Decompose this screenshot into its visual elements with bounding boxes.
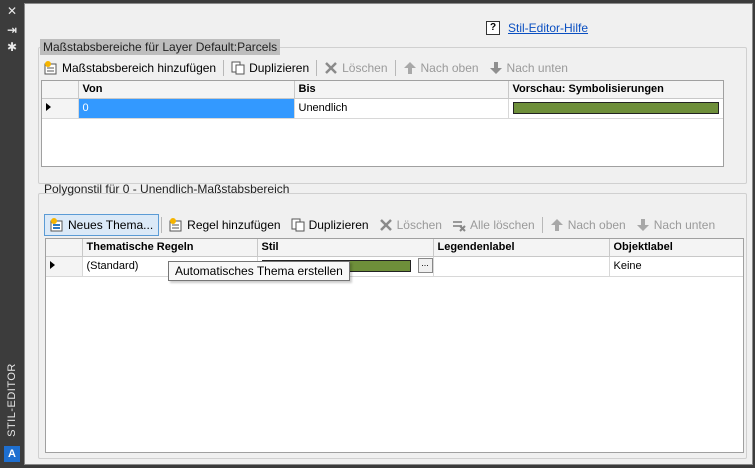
delete-rule-button[interactable]: Löschen: [374, 214, 447, 236]
cell-to[interactable]: Unendlich: [294, 98, 509, 119]
new-theme-icon: [50, 218, 64, 232]
delete-all-button[interactable]: Alle löschen: [447, 214, 540, 236]
row-selector[interactable]: [42, 98, 79, 119]
col-header-style[interactable]: Stil: [257, 239, 434, 257]
new-theme-button[interactable]: Neues Thema...: [44, 214, 160, 236]
duplicate-icon: [291, 218, 305, 232]
palette-title: STIL-EDITOR: [6, 363, 18, 437]
col-header-rules[interactable]: Thematische Regeln: [82, 239, 258, 257]
help-icon[interactable]: ?: [486, 21, 500, 35]
cell-legend[interactable]: [433, 256, 610, 277]
toolbar-separator: [394, 60, 396, 76]
move-down-range-button[interactable]: Nach unten: [484, 57, 573, 79]
delete-all-icon: [452, 218, 466, 232]
col-header-from[interactable]: Von: [78, 81, 295, 99]
scale-ranges-toolbar: Maßstabsbereich hinzufügen Duplizieren L…: [39, 57, 573, 79]
delete-range-button[interactable]: Löschen: [319, 57, 392, 79]
duplicate-range-button[interactable]: Duplizieren: [226, 57, 314, 79]
table-row[interactable]: 0 Unendlich: [42, 98, 723, 119]
arrow-up-icon: [550, 218, 564, 232]
scale-ranges-title: Maßstabsbereiche für Layer Default:Parce…: [40, 39, 281, 55]
polygon-style-title: Polygonstil für 0 - Unendlich-Maßstabsbe…: [44, 182, 290, 196]
arrow-down-icon: [489, 61, 503, 75]
help-link[interactable]: Stil-Editor-Hilfe: [508, 21, 588, 35]
arrow-down-icon: [636, 218, 650, 232]
current-row-icon: [50, 261, 55, 269]
toolbar-separator: [316, 60, 318, 76]
help-area: ? Stil-Editor-Hilfe: [486, 21, 588, 35]
cell-from[interactable]: 0: [78, 98, 295, 119]
autocad-logo-icon: A: [4, 446, 20, 462]
row-header-corner: [46, 239, 83, 257]
thematic-rules-grid: Thematische Regeln Stil Legendenlabel Ob…: [45, 238, 744, 453]
current-row-icon: [46, 103, 51, 111]
style-editor-panel: ? Stil-Editor-Hilfe Maßstabsbereiche für…: [24, 3, 753, 465]
col-header-label[interactable]: Objektlabel: [609, 239, 743, 257]
new-theme-tooltip: Automatisches Thema erstellen: [168, 261, 350, 281]
add-rule-button[interactable]: Regel hinzufügen: [164, 214, 285, 236]
style-ellipsis-button[interactable]: ...: [417, 257, 432, 273]
move-up-rule-button[interactable]: Nach oben: [545, 214, 631, 236]
arrow-up-icon: [403, 61, 417, 75]
palette-title-strip: ✕ ⇥ ✱ STIL-EDITOR A: [0, 0, 24, 468]
delete-icon: [324, 61, 338, 75]
scale-ranges-grid: Von Bis Vorschau: Symbolisierungen 0 Une…: [41, 80, 724, 167]
autohide-icon[interactable]: ⇥: [4, 23, 20, 37]
add-rule-icon: [169, 218, 183, 232]
polygon-style-toolbar: Neues Thema... Regel hinzufügen Duplizie…: [44, 214, 720, 236]
preview-swatch: [512, 102, 719, 114]
add-scale-range-button[interactable]: Maßstabsbereich hinzufügen: [39, 57, 221, 79]
move-down-rule-button[interactable]: Nach unten: [631, 214, 720, 236]
duplicate-icon: [231, 61, 245, 75]
cell-preview[interactable]: [508, 98, 723, 119]
scale-ranges-header-row: Von Bis Vorschau: Symbolisierungen: [42, 81, 723, 99]
col-header-preview[interactable]: Vorschau: Symbolisierungen: [508, 81, 723, 99]
col-header-legend[interactable]: Legendenlabel: [433, 239, 610, 257]
row-selector[interactable]: [46, 256, 83, 277]
close-icon[interactable]: ✕: [4, 4, 20, 18]
row-header-corner: [42, 81, 79, 99]
col-header-to[interactable]: Bis: [294, 81, 509, 99]
add-range-icon: [44, 61, 58, 75]
toolbar-separator: [541, 217, 543, 233]
cell-label[interactable]: Keine: [609, 256, 743, 277]
duplicate-rule-button[interactable]: Duplizieren: [286, 214, 374, 236]
properties-icon[interactable]: ✱: [4, 40, 20, 54]
thematic-rules-header-row: Thematische Regeln Stil Legendenlabel Ob…: [46, 239, 743, 257]
toolbar-separator: [161, 217, 163, 233]
move-up-range-button[interactable]: Nach oben: [398, 57, 484, 79]
table-row[interactable]: (Standard) ... Keine: [46, 256, 743, 277]
toolbar-separator: [223, 60, 225, 76]
delete-icon: [379, 218, 393, 232]
